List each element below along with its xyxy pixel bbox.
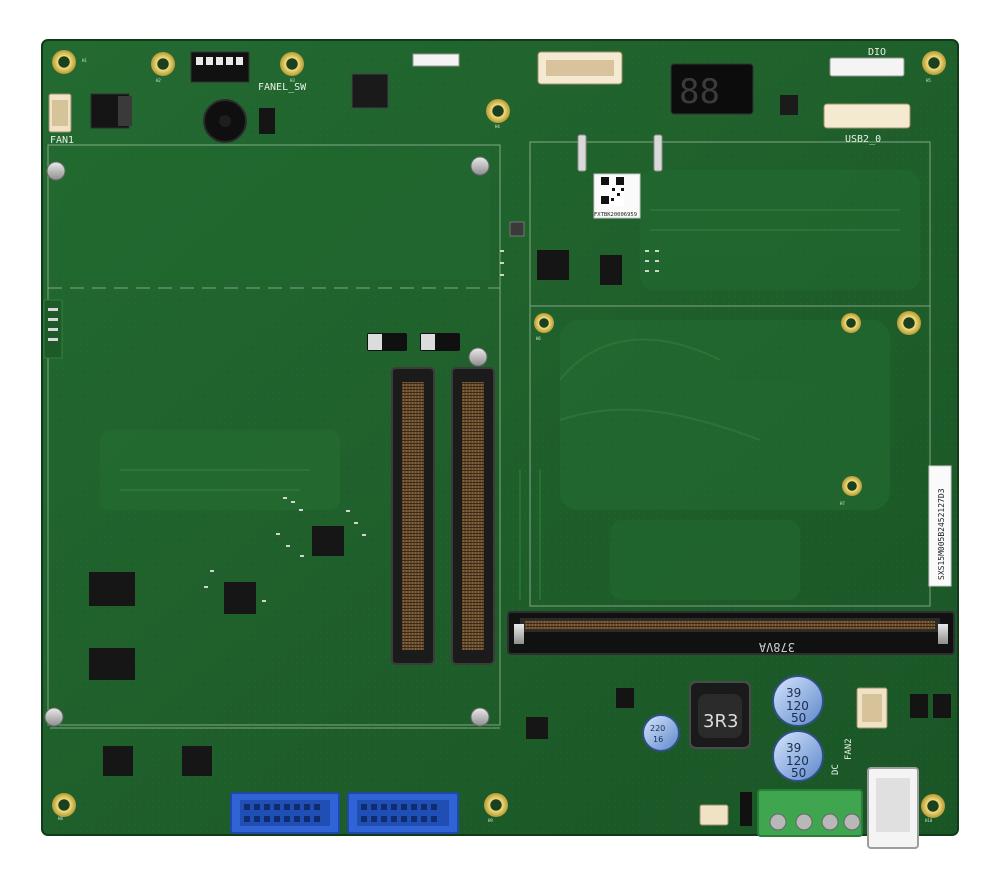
standoff-icon [470, 707, 490, 727]
cap-left-b: 16 [653, 735, 663, 744]
mounting-hole-icon [897, 311, 921, 335]
dio-connector [829, 57, 905, 77]
fan2-label: FAN2 [844, 738, 854, 760]
qr-code-sticker: FXTBK20006959 [593, 173, 641, 219]
mounting-hole-icon [922, 51, 946, 75]
ic-chip [600, 255, 622, 285]
serial-sticker: SXS15M005B2452127D3 [928, 465, 952, 587]
mounting-hole-icon [280, 52, 304, 76]
mounting-hole-icon [921, 794, 945, 818]
usb2-connector [823, 103, 911, 129]
standoff-icon [44, 707, 64, 727]
ic-chip [224, 582, 256, 614]
svg-text:H10: H10 [925, 818, 933, 823]
ic-chip [910, 694, 928, 718]
mounting-hole-icon [484, 793, 508, 817]
svg-text:H7: H7 [840, 501, 845, 506]
dio-label: DIO [868, 47, 886, 58]
cap-bottom-a: 39 [786, 741, 801, 755]
mounting-hole-icon [534, 313, 554, 333]
sodimm-slot: 378VA [507, 611, 955, 655]
mounting-hole-icon [842, 476, 862, 496]
crystal [509, 221, 525, 237]
ic-chip [616, 688, 634, 708]
usb2-label: USB2_0 [845, 134, 881, 145]
svg-text:H1: H1 [82, 58, 87, 63]
qfn-chip [351, 73, 389, 109]
dip-switch [190, 51, 250, 83]
standoff-icon [46, 161, 66, 181]
dc-label: DC [831, 764, 841, 775]
cap-left-a: 220 [650, 724, 665, 733]
ic-chip [182, 746, 212, 776]
fan1-label: FAN1 [50, 135, 74, 146]
cap-bottom-c: 50 [791, 766, 806, 780]
standoff-icon [468, 347, 488, 367]
cap-top-c: 50 [791, 711, 806, 725]
mounting-hole-icon [486, 99, 510, 123]
svg-text:H2: H2 [156, 78, 161, 83]
svg-text:H9: H9 [488, 818, 493, 823]
ic-chip [526, 717, 548, 739]
cap-top-a: 39 [786, 686, 801, 700]
ic-chip [89, 572, 135, 606]
qr-code-text: FXTBK20006959 [594, 212, 637, 218]
ic-chip [933, 694, 951, 718]
slot-code-label: 378VA [758, 640, 795, 654]
ic-chip [537, 250, 569, 280]
ic-chip [103, 746, 133, 776]
left-edge-connectors [43, 299, 63, 359]
svg-text:H6: H6 [536, 336, 541, 341]
standoff-icon [470, 156, 490, 176]
electrolytic-capacitor-icon [642, 714, 680, 752]
usb-chip [780, 95, 798, 115]
inductor-label: 3R3 [703, 711, 738, 732]
svg-text:H8: H8 [58, 816, 63, 821]
mounting-hole-icon [52, 50, 76, 74]
seven-segment-display: 88 [670, 63, 754, 115]
buzzer-driver [259, 108, 275, 134]
ic-chip [89, 648, 135, 680]
fanel-sw-label: FANEL_SW [258, 82, 307, 93]
mounting-hole-icon [52, 793, 76, 817]
mounting-hole-icon [151, 52, 175, 76]
svg-text:88: 88 [679, 72, 720, 112]
serial-sticker-text: SXS15M005B2452127D3 [937, 488, 946, 580]
svg-text:H3: H3 [290, 78, 295, 83]
ic-chip [312, 526, 344, 556]
svg-text:H4: H4 [495, 124, 500, 129]
svg-text:H5: H5 [926, 78, 931, 83]
pcb-board-photo: FAN1 FANEL_SW 88 DIO USB2_0 FXTBK2000695… [41, 39, 959, 849]
audio-header [412, 53, 460, 67]
mounting-hole-icon [841, 313, 861, 333]
